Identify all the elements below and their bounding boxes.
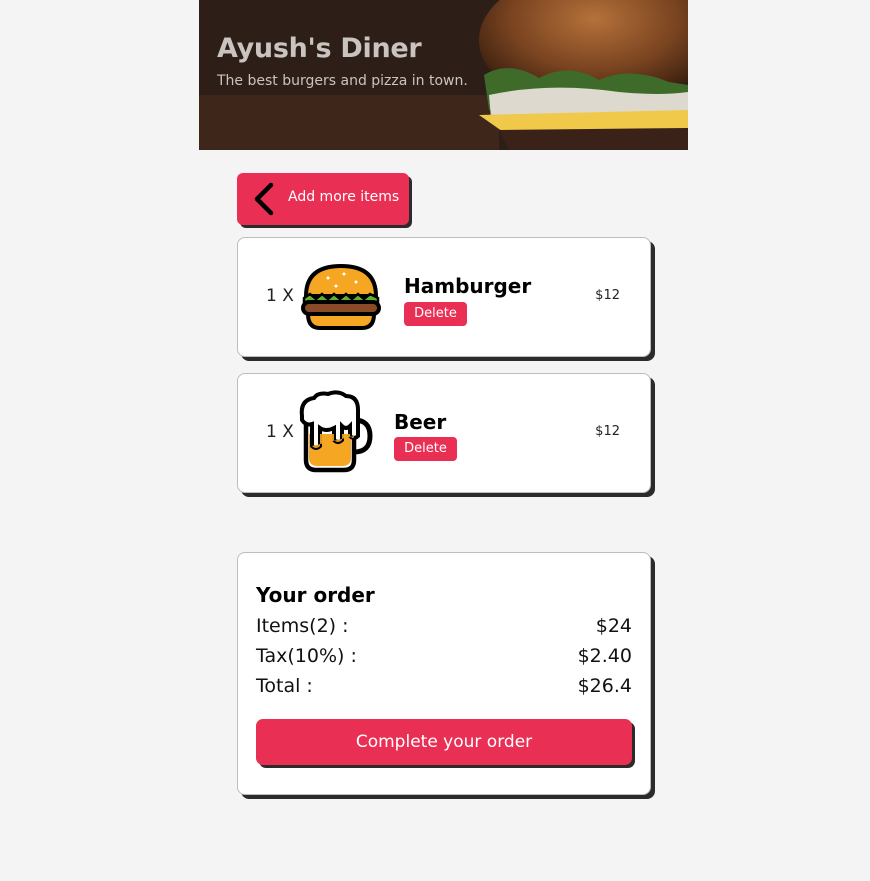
total-row: Total : $26.4	[256, 675, 632, 697]
hamburger-icon	[301, 263, 381, 330]
summary-title: Your order	[256, 583, 375, 607]
items-row: Items(2) : $24	[256, 615, 632, 637]
tax-value: $2.40	[577, 645, 632, 667]
items-label: Items(2) :	[256, 615, 349, 637]
order-summary: Your order Items(2) : $24 Tax(10%) : $2.…	[237, 552, 651, 795]
cart-item-hamburger: 1 X Hamburger Delete $12	[237, 237, 651, 357]
item-name: Beer	[394, 410, 447, 434]
complete-order-button[interactable]: Complete your order	[256, 719, 632, 765]
item-quantity: 1 X	[266, 422, 294, 442]
item-price: $12	[595, 424, 620, 439]
chevron-left-icon	[254, 182, 274, 216]
delete-hamburger-button[interactable]: Delete	[404, 302, 467, 326]
add-more-items-button[interactable]: Add more items	[237, 173, 409, 225]
restaurant-name: Ayush's Diner	[217, 33, 422, 64]
delete-beer-button[interactable]: Delete	[394, 437, 457, 461]
cart-item-beer: 1 X Beer Delete $12	[237, 373, 651, 493]
add-more-items-label: Add more items	[288, 189, 400, 205]
item-name: Hamburger	[404, 274, 532, 298]
beer-mug-icon	[299, 390, 373, 473]
tax-row: Tax(10%) : $2.40	[256, 645, 632, 667]
items-value: $24	[595, 615, 632, 637]
total-label: Total :	[256, 675, 313, 697]
tax-label: Tax(10%) :	[256, 645, 357, 667]
hero-banner: Ayush's Diner The best burgers and pizza…	[199, 0, 688, 150]
restaurant-tagline: The best burgers and pizza in town.	[217, 73, 468, 89]
item-price: $12	[595, 288, 620, 303]
item-quantity: 1 X	[266, 286, 294, 306]
total-value: $26.4	[577, 675, 632, 697]
